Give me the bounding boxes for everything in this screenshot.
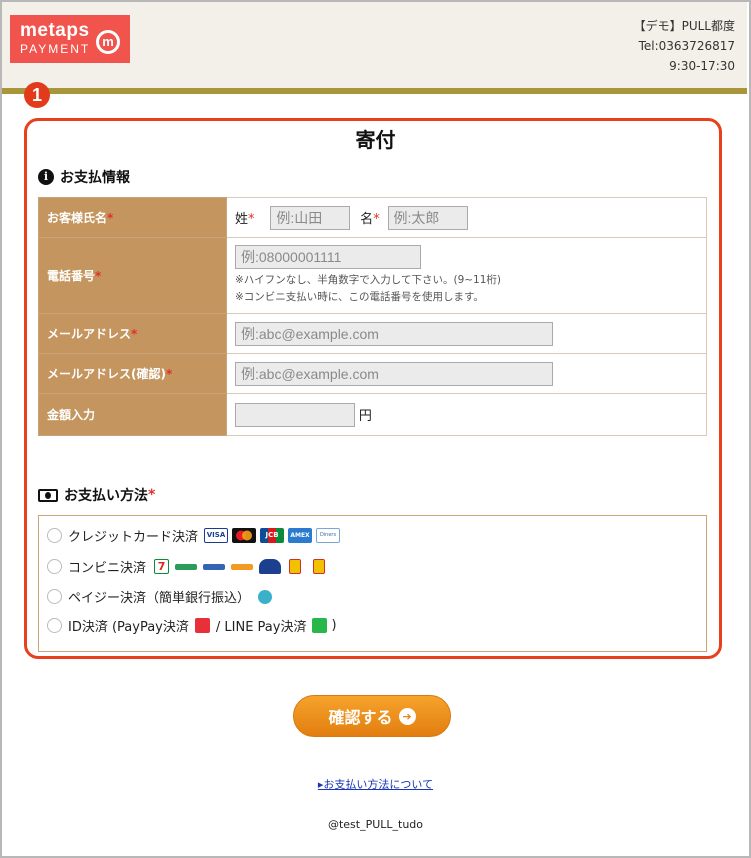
arrow-right-icon: ➔ xyxy=(398,707,416,725)
payment-option-label: ID決済 (PayPay決済 xyxy=(68,620,189,635)
yamazaki-icon xyxy=(313,559,326,574)
payment-option-label-mid: / LINE Pay決済 xyxy=(215,620,307,635)
line-pay-icon xyxy=(312,618,328,633)
footer-id: @test_PULL_tudo xyxy=(327,818,424,831)
payment-method-box: クレジットカード決済 VISA JCB AMEX Diners コンビニ決済 7… xyxy=(38,515,707,652)
daily-yamazaki-icon xyxy=(289,559,302,574)
amount-input[interactable] xyxy=(235,402,355,427)
jcb-icon: JCB xyxy=(260,528,285,543)
radio-credit[interactable] xyxy=(47,528,62,543)
last-name-label: 姓* xyxy=(235,212,255,227)
payment-option-convenience[interactable]: コンビニ決済 7 xyxy=(47,557,326,576)
seicomart-icon xyxy=(231,563,254,570)
shop-name: 【デモ】PULL都度 xyxy=(633,19,735,33)
logo-text: metaps xyxy=(20,20,90,41)
payment-option-label: コンビニ決済 xyxy=(68,561,147,576)
phone-label: 電話番号* xyxy=(38,237,227,314)
metaps-payment-logo[interactable]: metaps PAYMENT m xyxy=(10,15,130,63)
last-name-input[interactable]: 例:山田 xyxy=(270,205,351,230)
radio-convenience[interactable] xyxy=(47,559,62,574)
email-confirm-label: メールアドレス(確認)* xyxy=(38,353,227,394)
familymart-icon xyxy=(175,563,198,570)
payment-info-title: お支払情報 xyxy=(60,170,130,186)
amount-field: 円 xyxy=(226,393,707,436)
phone-note-2: ※コンビニ支払い時に、この電話番号を使用します。 xyxy=(235,291,484,303)
email-confirm-input[interactable]: 例:abc@example.com xyxy=(235,361,553,386)
amex-icon: AMEX xyxy=(288,528,313,543)
money-icon xyxy=(38,488,58,502)
visa-icon: VISA xyxy=(204,528,229,543)
name-fields: 姓* 例:山田 名* 例:太郎 xyxy=(226,197,707,238)
mastercard-icon xyxy=(232,528,257,543)
shop-info: 【デモ】PULL都度 Tel:0363726817 9:30-17:30 xyxy=(634,16,735,76)
diners-icon: Diners xyxy=(316,528,341,543)
logo-m-icon: m xyxy=(96,30,120,54)
page-title: 寄付 xyxy=(355,128,396,152)
phone-note-1: ※ハイフンなし、半角数字で入力して下さい。(9~11桁) xyxy=(235,274,502,286)
amount-label: 金額入力 xyxy=(38,393,227,436)
name-label: お客様氏名* xyxy=(38,197,227,238)
payment-option-label: ペイジー決済（簡単銀行振込） xyxy=(68,591,251,606)
seven-eleven-icon: 7 xyxy=(154,559,170,574)
payment-option-credit[interactable]: クレジットカード決済 VISA JCB AMEX Diners xyxy=(47,526,341,545)
radio-id-payment[interactable] xyxy=(47,618,62,633)
lawson-icon xyxy=(203,563,226,570)
payment-option-id[interactable]: ID決済 (PayPay決済 / LINE Pay決済 ) xyxy=(47,616,337,635)
step-marker: 1 xyxy=(24,82,50,108)
header-divider xyxy=(2,88,747,94)
payment-method-heading: お支払い方法 * xyxy=(38,485,155,505)
payment-method-title: お支払い方法 xyxy=(64,488,148,504)
header: metaps PAYMENT m 【デモ】PULL都度 Tel:03637268… xyxy=(2,2,747,88)
payment-option-label-end: ) xyxy=(331,618,337,633)
confirm-button[interactable]: 確認する ➔ xyxy=(293,695,451,737)
email-input[interactable]: 例:abc@example.com xyxy=(235,321,553,346)
payment-info-heading: i お支払情報 xyxy=(38,167,130,187)
ministop-icon xyxy=(259,559,282,574)
phone-input[interactable]: 例:08000001111 xyxy=(235,245,421,269)
logo-subtext: PAYMENT xyxy=(20,42,91,56)
confirm-button-label: 確認する xyxy=(328,708,393,727)
phone-field: 例:08000001111 ※ハイフンなし、半角数字で入力して下さい。(9~11… xyxy=(226,237,707,314)
radio-payeasy[interactable] xyxy=(47,589,62,604)
payment-option-label: クレジットカード決済 xyxy=(68,530,199,545)
email-label: メールアドレス* xyxy=(38,313,227,354)
email-confirm-field: 例:abc@example.com xyxy=(226,353,707,394)
first-name-input[interactable]: 例:太郎 xyxy=(387,205,468,230)
first-name-label: 名* xyxy=(360,212,380,227)
required-mark: * xyxy=(148,487,156,503)
payment-option-payeasy[interactable]: ペイジー決済（簡単銀行振込） xyxy=(47,587,273,606)
shop-tel: Tel:0363726817 xyxy=(638,39,735,53)
shop-hours: 9:30-17:30 xyxy=(669,59,735,73)
payment-info-form: お客様氏名* 姓* 例:山田 名* 例:太郎 電話番号* 例:080000011… xyxy=(38,197,707,436)
paypay-icon xyxy=(194,618,210,633)
yen-label: 円 xyxy=(358,409,372,424)
payment-method-link[interactable]: ▸お支払い方法について xyxy=(0,776,751,792)
payeasy-icon xyxy=(258,589,273,604)
email-field: 例:abc@example.com xyxy=(226,313,707,354)
info-icon: i xyxy=(38,169,54,185)
